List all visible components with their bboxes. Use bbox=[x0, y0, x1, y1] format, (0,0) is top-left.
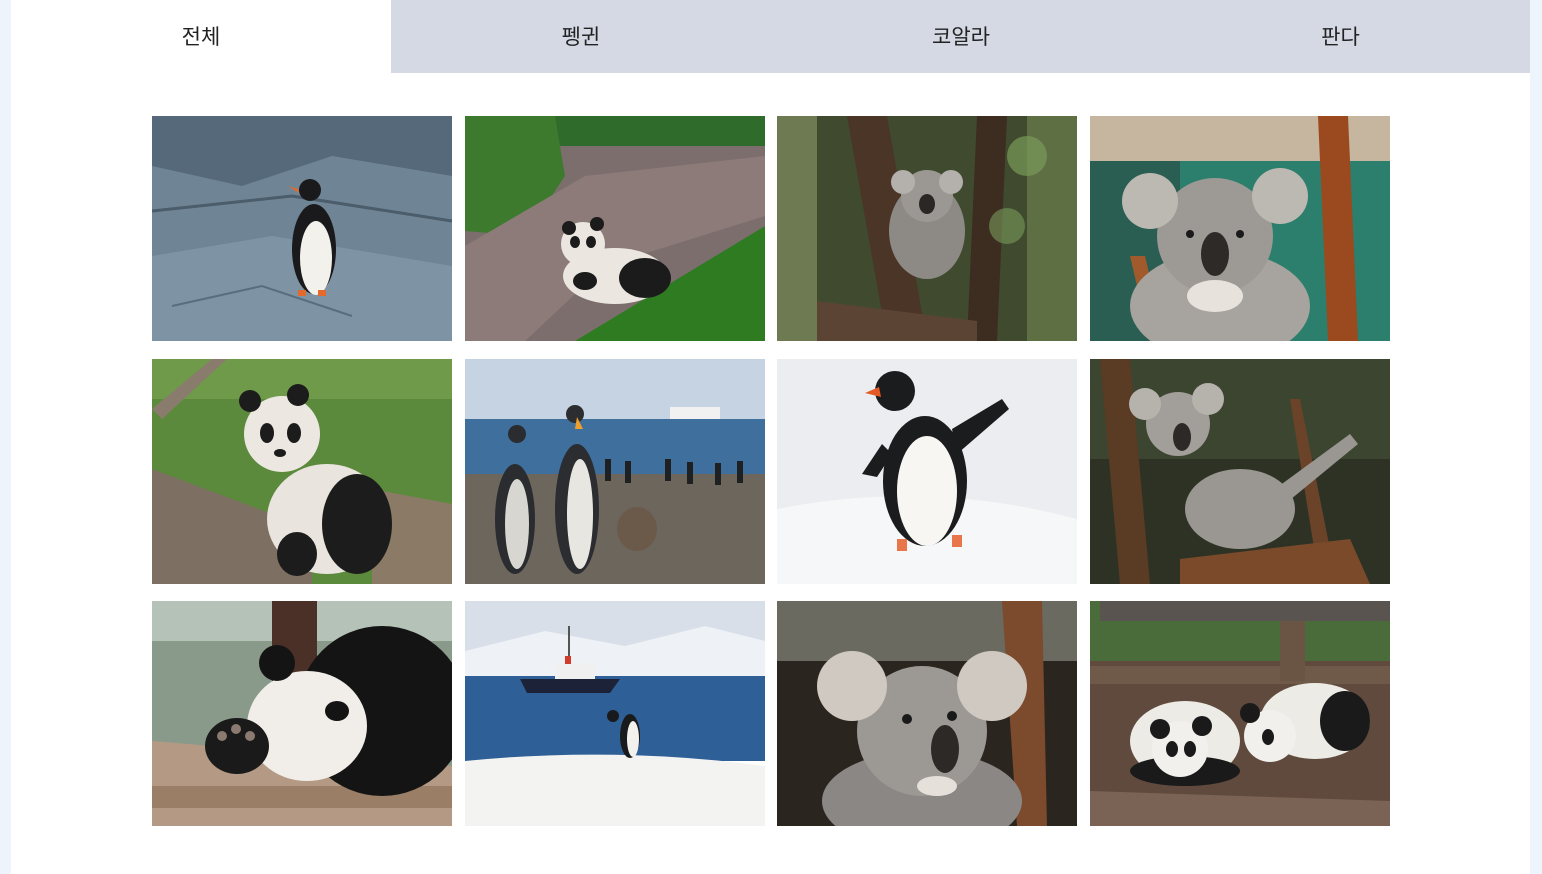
koala-photo bbox=[777, 601, 1077, 826]
gallery-item-penguin[interactable] bbox=[777, 358, 1077, 584]
penguin-photo bbox=[777, 358, 1077, 584]
gallery-item-koala[interactable] bbox=[777, 116, 1077, 341]
gallery-item-penguin[interactable] bbox=[152, 116, 452, 341]
penguin-photo bbox=[152, 116, 452, 341]
gallery-item-koala[interactable] bbox=[777, 601, 1077, 826]
photo-gallery bbox=[152, 116, 1390, 826]
tab-penguin[interactable]: 펭귄 bbox=[391, 0, 771, 73]
koala-photo bbox=[777, 116, 1077, 341]
panda-photo bbox=[464, 116, 765, 341]
gallery-item-koala[interactable] bbox=[1089, 116, 1390, 341]
filter-tabs: 전체 펭귄 코알라 판다 bbox=[11, 0, 1530, 73]
koala-photo bbox=[1089, 358, 1390, 584]
tab-all[interactable]: 전체 bbox=[11, 0, 391, 73]
gallery-item-panda[interactable] bbox=[464, 116, 765, 341]
page-container: 전체 펭귄 코알라 판다 bbox=[11, 0, 1530, 874]
tab-koala[interactable]: 코알라 bbox=[771, 0, 1151, 73]
panda-photo bbox=[152, 601, 452, 826]
gallery-item-penguin[interactable] bbox=[464, 358, 765, 584]
gallery-item-panda[interactable] bbox=[152, 601, 452, 826]
koala-photo bbox=[1089, 116, 1390, 341]
gallery-item-penguin[interactable] bbox=[464, 601, 765, 826]
penguin-photo bbox=[464, 601, 765, 826]
gallery-item-koala[interactable] bbox=[1089, 358, 1390, 584]
panda-photo bbox=[152, 358, 452, 584]
tab-panda[interactable]: 판다 bbox=[1151, 0, 1530, 73]
gallery-item-panda[interactable] bbox=[152, 358, 452, 584]
gallery-item-panda[interactable] bbox=[1089, 601, 1390, 826]
panda-photo bbox=[1089, 601, 1390, 826]
penguin-photo bbox=[464, 358, 765, 584]
